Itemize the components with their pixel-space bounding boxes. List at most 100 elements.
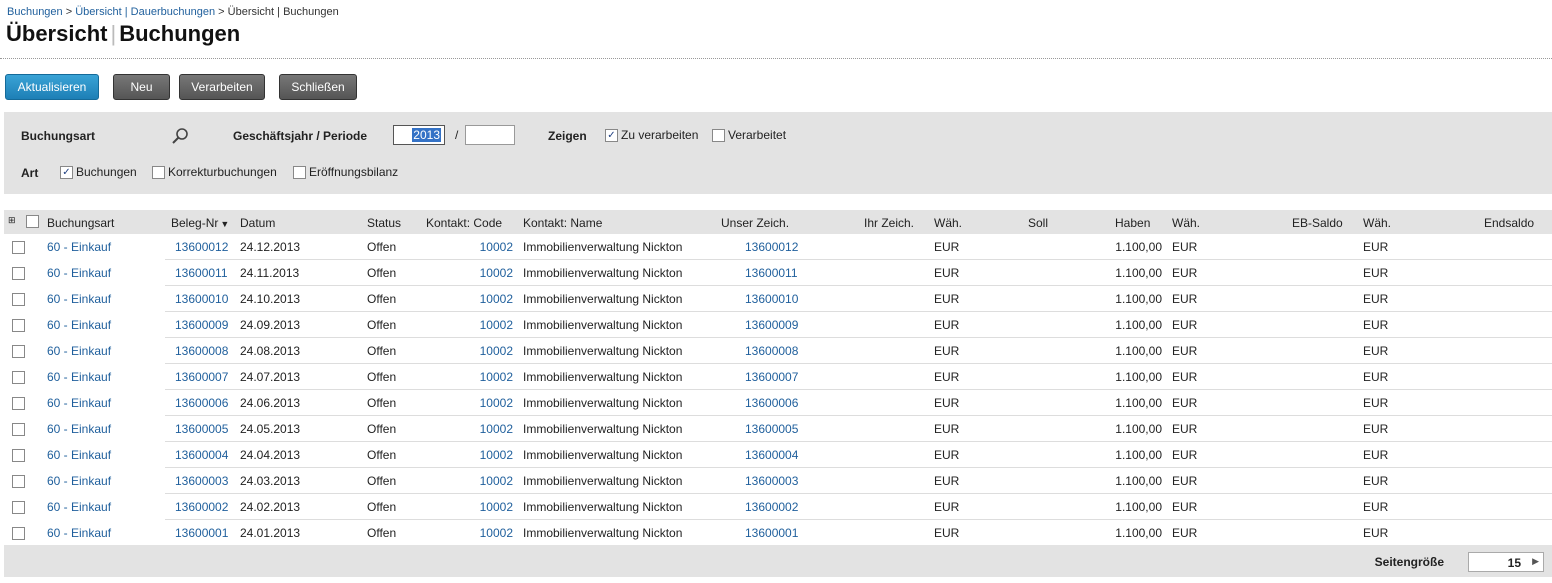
cell-number[interactable]: 13600012: [175, 240, 228, 254]
cell-contact-code[interactable]: 10002: [480, 474, 513, 488]
cell-contact-code[interactable]: 10002: [480, 500, 513, 514]
cell-number[interactable]: 13600003: [175, 474, 228, 488]
col-header-contact-code[interactable]: Kontakt: Code: [426, 216, 502, 230]
row-checkbox[interactable]: [12, 397, 25, 410]
cell-contact-code[interactable]: 10002: [480, 292, 513, 306]
bookings-checkbox[interactable]: ✓: [60, 166, 73, 179]
cell-our-ref[interactable]: 13600005: [745, 422, 798, 436]
cell-type[interactable]: 60 - Einkauf: [47, 500, 111, 514]
table-row[interactable]: 60 - Einkauf 13600011 24.11.2013 Offen 10002…: [4, 260, 1552, 286]
row-checkbox[interactable]: [12, 449, 25, 462]
close-button[interactable]: Schließen: [279, 74, 357, 100]
col-header-our-ref[interactable]: Unser Zeich.: [721, 216, 789, 230]
row-checkbox[interactable]: [12, 527, 25, 540]
breadcrumb-link-recurring[interactable]: Übersicht | Dauerbuchungen: [75, 6, 215, 18]
search-icon[interactable]: [170, 126, 190, 146]
cell-contact-code[interactable]: 10002: [480, 370, 513, 384]
corrections-checkbox[interactable]: [152, 166, 165, 179]
col-header-type[interactable]: Buchungsart: [47, 216, 114, 230]
col-header-currency-1[interactable]: Wäh.: [934, 216, 962, 230]
table-row[interactable]: 60 - Einkauf 13600008 24.08.2013 Offen 10002…: [4, 338, 1552, 364]
row-checkbox[interactable]: [12, 475, 25, 488]
col-header-their-ref[interactable]: Ihr Zeich.: [864, 216, 914, 230]
cell-our-ref[interactable]: 13600012: [745, 240, 798, 254]
cell-contact-code[interactable]: 10002: [480, 240, 513, 254]
cell-our-ref[interactable]: 13600003: [745, 474, 798, 488]
refresh-button[interactable]: Aktualisieren: [5, 74, 99, 100]
cell-number[interactable]: 13600002: [175, 500, 228, 514]
row-checkbox[interactable]: [12, 241, 25, 254]
period-input[interactable]: [465, 125, 515, 145]
cell-our-ref[interactable]: 13600001: [745, 526, 798, 540]
col-header-date[interactable]: Datum: [240, 216, 275, 230]
process-button[interactable]: Verarbeiten: [179, 74, 265, 100]
cell-number[interactable]: 13600011: [175, 266, 228, 280]
cell-type[interactable]: 60 - Einkauf: [47, 292, 111, 306]
select-all-checkbox[interactable]: [26, 215, 39, 228]
col-header-currency-3[interactable]: Wäh.: [1363, 216, 1391, 230]
cell-our-ref[interactable]: 13600011: [745, 266, 798, 280]
processed-checkbox[interactable]: [712, 129, 725, 142]
table-row[interactable]: 60 - Einkauf 13600001 24.01.2013 Offen 10002…: [4, 520, 1552, 546]
cell-number[interactable]: 13600004: [175, 448, 228, 462]
col-header-end-balance[interactable]: Endsaldo: [1484, 216, 1534, 230]
cell-our-ref[interactable]: 13600004: [745, 448, 798, 462]
cell-contact-code[interactable]: 10002: [480, 448, 513, 462]
to-process-checkbox[interactable]: ✓: [605, 129, 618, 142]
cell-number[interactable]: 13600010: [175, 292, 228, 306]
cell-type[interactable]: 60 - Einkauf: [47, 396, 111, 410]
table-row[interactable]: 60 - Einkauf 13600004 24.04.2013 Offen 10002…: [4, 442, 1552, 468]
col-header-credit[interactable]: Haben: [1115, 216, 1150, 230]
cell-our-ref[interactable]: 13600008: [745, 344, 798, 358]
cell-contact-code[interactable]: 10002: [480, 396, 513, 410]
fiscal-year-input[interactable]: 2013: [393, 125, 445, 145]
cell-type[interactable]: 60 - Einkauf: [47, 344, 111, 358]
table-row[interactable]: 60 - Einkauf 13600007 24.07.2013 Offen 10002…: [4, 364, 1552, 390]
row-checkbox[interactable]: [12, 501, 25, 514]
table-row[interactable]: 60 - Einkauf 13600006 24.06.2013 Offen 10002…: [4, 390, 1552, 416]
table-row[interactable]: 60 - Einkauf 13600010 24.10.2013 Offen 10002…: [4, 286, 1552, 312]
cell-type[interactable]: 60 - Einkauf: [47, 240, 111, 254]
table-row[interactable]: 60 - Einkauf 13600003 24.03.2013 Offen 10002…: [4, 468, 1552, 494]
cell-contact-code[interactable]: 10002: [480, 422, 513, 436]
cell-type[interactable]: 60 - Einkauf: [47, 474, 111, 488]
table-row[interactable]: 60 - Einkauf 13600005 24.05.2013 Offen 10002…: [4, 416, 1552, 442]
cell-type[interactable]: 60 - Einkauf: [47, 266, 111, 280]
expand-icon[interactable]: ⊞: [8, 216, 16, 225]
cell-type[interactable]: 60 - Einkauf: [47, 318, 111, 332]
table-row[interactable]: 60 - Einkauf 13600012 24.12.2013 Offen 10002…: [4, 234, 1552, 260]
col-header-currency-2[interactable]: Wäh.: [1172, 216, 1200, 230]
cell-number[interactable]: 13600009: [175, 318, 228, 332]
row-checkbox[interactable]: [12, 345, 25, 358]
row-checkbox[interactable]: [12, 423, 25, 436]
cell-number[interactable]: 13600005: [175, 422, 228, 436]
new-button[interactable]: Neu: [113, 74, 170, 100]
table-row[interactable]: 60 - Einkauf 13600009 24.09.2013 Offen 10002…: [4, 312, 1552, 338]
cell-type[interactable]: 60 - Einkauf: [47, 422, 111, 436]
row-checkbox[interactable]: [12, 293, 25, 306]
col-header-eb-balance[interactable]: EB-Saldo: [1292, 216, 1343, 230]
col-header-status[interactable]: Status: [367, 216, 401, 230]
cell-number[interactable]: 13600001: [175, 526, 228, 540]
cell-our-ref[interactable]: 13600006: [745, 396, 798, 410]
col-header-contact-name[interactable]: Kontakt: Name: [523, 216, 602, 230]
cell-contact-code[interactable]: 10002: [480, 526, 513, 540]
breadcrumb-link-bookings[interactable]: Buchungen: [7, 6, 63, 18]
cell-number[interactable]: 13600007: [175, 370, 228, 384]
opening-balance-checkbox[interactable]: [293, 166, 306, 179]
cell-number[interactable]: 13600008: [175, 344, 228, 358]
col-header-number[interactable]: Beleg-Nr ▼: [171, 216, 229, 230]
row-checkbox[interactable]: [12, 319, 25, 332]
cell-number[interactable]: 13600006: [175, 396, 228, 410]
cell-our-ref[interactable]: 13600007: [745, 370, 798, 384]
cell-type[interactable]: 60 - Einkauf: [47, 526, 111, 540]
table-row[interactable]: 60 - Einkauf 13600002 24.02.2013 Offen 10002…: [4, 494, 1552, 520]
cell-contact-code[interactable]: 10002: [480, 266, 513, 280]
cell-our-ref[interactable]: 13600010: [745, 292, 798, 306]
cell-contact-code[interactable]: 10002: [480, 344, 513, 358]
cell-type[interactable]: 60 - Einkauf: [47, 448, 111, 462]
col-header-debit[interactable]: Soll: [1028, 216, 1048, 230]
cell-type[interactable]: 60 - Einkauf: [47, 370, 111, 384]
cell-our-ref[interactable]: 13600009: [745, 318, 798, 332]
page-size-select[interactable]: 15 ▶: [1468, 552, 1544, 572]
